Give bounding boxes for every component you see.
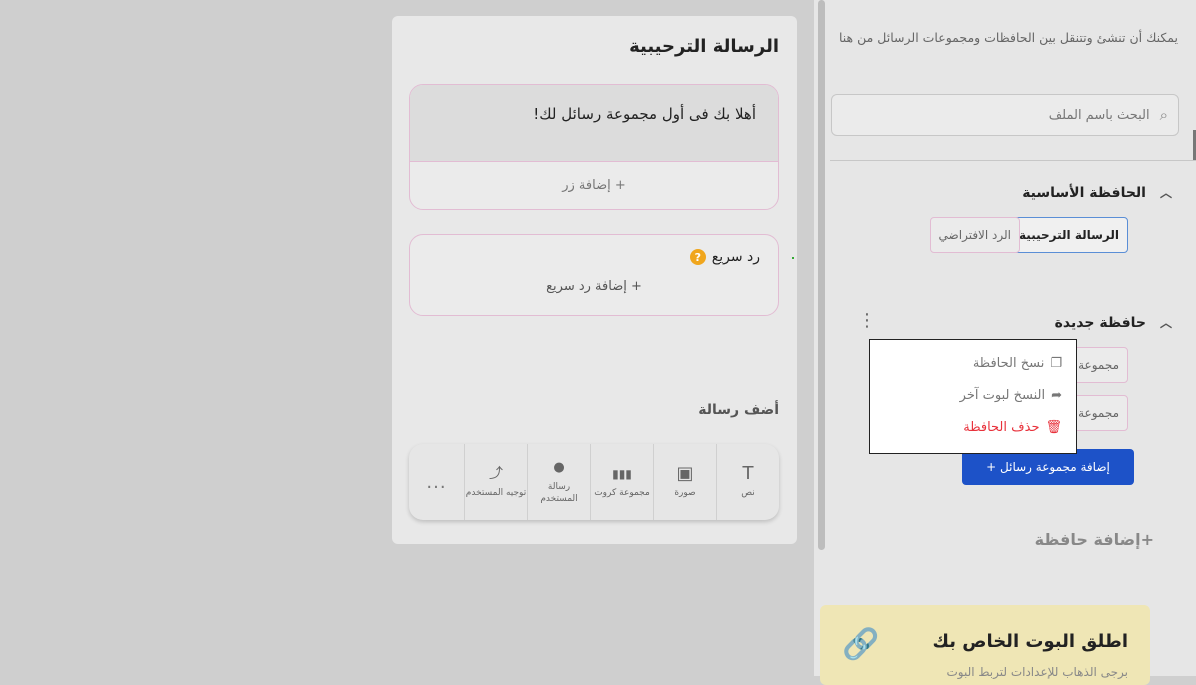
more-tools-button[interactable]: ...	[409, 444, 464, 520]
cards-icon: ▮▮▮	[612, 467, 632, 481]
add-message-title: أضف رسالة	[698, 402, 779, 418]
add-message-group-button[interactable]: إضافة مجموعة رسائل +	[962, 449, 1134, 485]
copy-to-bot-label: النسخ لبوت آخر	[959, 388, 1046, 403]
tool-image[interactable]: ▣ صورة	[653, 444, 716, 520]
chevron-up-icon[interactable]: ︿	[1160, 184, 1172, 201]
chip-group-2[interactable]: مجموعة	[1069, 395, 1128, 431]
welcome-card-title: الرسالة الترحيبية	[629, 36, 779, 57]
chevron-up-icon[interactable]: ︿	[1160, 314, 1172, 331]
chip-default-reply[interactable]: الرد الافتراضي	[929, 217, 1020, 253]
tool-label: مجموعة كروت	[594, 488, 650, 498]
chip-group-1[interactable]: مجموعة	[1069, 347, 1128, 383]
text-icon: T	[742, 463, 754, 484]
quick-reply-box: رد سريع ? + إضافة رد سريع	[409, 234, 779, 316]
tool-text[interactable]: T نص	[716, 444, 779, 520]
message-type-toolbar: T نص ▣ صورة ▮▮▮ مجموعة كروت ● رسالة المس…	[409, 444, 779, 520]
tool-redirect[interactable]: ⤴ توجيه المستخدم	[464, 444, 527, 520]
help-icon[interactable]: ?	[689, 249, 706, 265]
add-quick-reply-link[interactable]: + إضافة رد سريع	[410, 279, 778, 294]
link-icon: 🔗	[842, 627, 880, 662]
copy-to-bot-item[interactable]: ➦ النسخ لبوت آخر	[960, 388, 1062, 403]
image-icon: ▣	[676, 463, 694, 484]
add-button-link[interactable]: + إضافة زر	[410, 178, 778, 193]
user-message-icon: ●	[553, 460, 565, 475]
message-text-area[interactable]: أهلا بك فى أول مجموعة رسائل لك!	[410, 85, 778, 162]
copy-folder-label: نسخ الحافظة	[972, 356, 1045, 371]
trash-icon: 🗑	[1045, 420, 1062, 435]
main-folder-header[interactable]: ︿ الحافظة الأساسية	[1022, 184, 1172, 201]
share-arrow-icon: ➦	[1051, 388, 1062, 403]
message-text[interactable]: أهلا بك فى أول مجموعة رسائل لك!	[533, 105, 756, 123]
search-icon: ⌕	[1159, 106, 1168, 124]
promo-subtitle: برجى الذهاب للإعدادات لتربط البوت	[946, 665, 1128, 679]
copy-folder-item[interactable]: ❐ نسخ الحافظة	[973, 356, 1062, 371]
search-input[interactable]: ⌕ البحث باسم الملف	[831, 94, 1179, 136]
kebab-menu-icon[interactable]: ⋮	[858, 310, 876, 331]
main-folder-title: الحافظة الأساسية	[1022, 184, 1146, 201]
tool-user-message[interactable]: ● رسالة المستخدم	[527, 444, 590, 520]
search-placeholder: البحث باسم الملف	[1048, 107, 1150, 123]
delete-folder-item[interactable]: 🗑 حذف الحافظة	[963, 420, 1062, 435]
quick-reply-header: رد سريع ?	[689, 249, 760, 265]
redirect-icon: ⤴	[489, 466, 503, 482]
launch-bot-banner[interactable]: اطلق البوت الخاص بك برجى الذهاب للإعدادا…	[820, 605, 1150, 685]
welcome-message-card: الرسالة الترحيبية أهلا بك فى أول مجموعة …	[392, 16, 797, 544]
divider	[830, 160, 1196, 161]
sidebar-intro: يمكنك أن تنشئ وتتنقل بين الحافظات ومجموع…	[838, 30, 1178, 45]
folder-context-menu: ❐ نسخ الحافظة ➦ النسخ لبوت آخر 🗑 حذف الح…	[869, 339, 1077, 454]
connector-dot	[792, 257, 794, 259]
new-folder-title: حافظة جديدة	[1054, 314, 1146, 331]
add-folder-button[interactable]: +إضافة حافظة	[1035, 530, 1154, 549]
scrollbar[interactable]	[818, 0, 825, 550]
tool-label: رسالة المستخدم	[540, 482, 578, 504]
chip-welcome-message[interactable]: الرسالة الترحيبية	[1010, 217, 1128, 253]
tool-label: توجيه المستخدم	[465, 488, 527, 498]
tool-cards[interactable]: ▮▮▮ مجموعة كروت	[590, 444, 653, 520]
tool-label: نص	[741, 488, 755, 498]
quick-reply-title: رد سريع	[711, 249, 760, 265]
new-folder-header[interactable]: ︿ حافظة جديدة	[1055, 314, 1172, 331]
promo-title: اطلق البوت الخاص بك	[932, 631, 1128, 652]
delete-folder-label: حذف الحافظة	[963, 420, 1040, 435]
tool-label: صورة	[674, 488, 696, 498]
copy-icon: ❐	[1050, 356, 1062, 371]
message-bubble[interactable]: أهلا بك فى أول مجموعة رسائل لك! + إضافة …	[409, 84, 779, 210]
folders-sidebar: يمكنك أن تنشئ وتتنقل بين الحافظات ومجموع…	[814, 0, 1196, 685]
